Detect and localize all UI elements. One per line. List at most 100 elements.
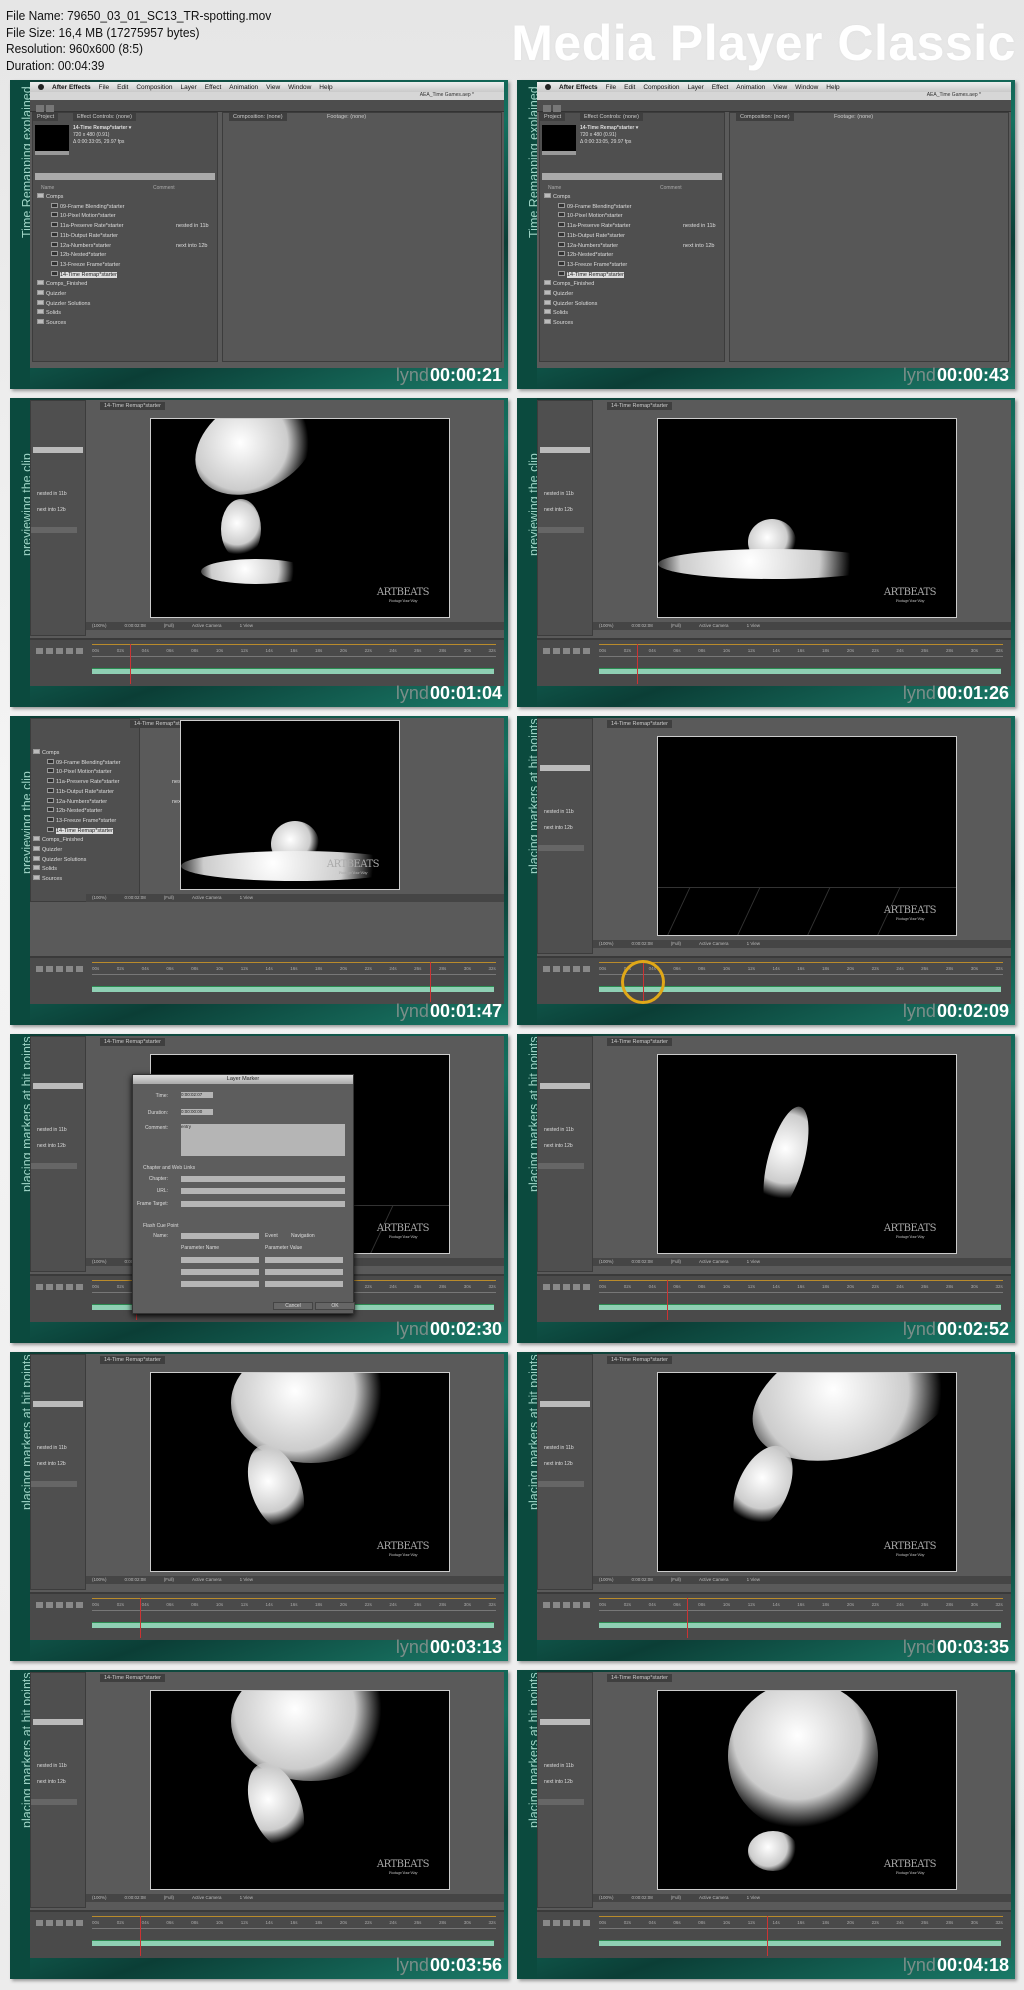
current-time-indicator[interactable] <box>140 1598 141 1638</box>
menu-window[interactable]: Window <box>288 84 311 91</box>
layer-duration-bar[interactable] <box>92 1940 494 1946</box>
timeline-switch-icon[interactable] <box>46 1284 53 1290</box>
timeline-switch-icon[interactable] <box>66 1920 73 1926</box>
resolution-dropdown[interactable]: (Full) <box>164 1577 174 1582</box>
resolution-dropdown[interactable]: (Full) <box>164 895 174 900</box>
duration-field[interactable]: 0:00:00:00 <box>181 1109 213 1115</box>
name-column-header[interactable]: Name <box>548 185 561 191</box>
video-thumbnail[interactable]: placing markers at hit points nested in 1… <box>517 1034 1015 1343</box>
parameter-value-field[interactable] <box>265 1281 343 1287</box>
project-item[interactable]: 09-Frame Blending*starter <box>47 758 147 769</box>
video-thumbnail[interactable]: Time Remapping explained After Effects Fil… <box>10 80 508 389</box>
camera-dropdown[interactable]: Active Camera <box>192 623 222 628</box>
video-thumbnail[interactable]: placing markers at hit points nested in 1… <box>10 1352 508 1661</box>
camera-dropdown[interactable]: Active Camera <box>192 1895 222 1900</box>
project-item[interactable]: 10-Pixel Motion*starter <box>47 768 147 778</box>
view-layout-dropdown[interactable]: 1 View <box>747 1577 760 1582</box>
current-time-indicator[interactable] <box>637 644 638 684</box>
current-time[interactable]: 0:00:02:08 <box>632 1895 653 1900</box>
current-time[interactable]: 0:00:02:08 <box>125 1577 146 1582</box>
resolution-dropdown[interactable]: (Full) <box>671 623 681 628</box>
project-item[interactable]: 13-Freeze Frame*starter <box>47 816 147 827</box>
apple-icon[interactable] <box>545 84 551 90</box>
menu-composition[interactable]: Composition <box>136 84 172 91</box>
viewer-tab[interactable]: 14-Time Remap*starter <box>607 402 672 410</box>
viewer-tab[interactable]: 14-Time Remap*starter <box>100 402 165 410</box>
timeline-switch-icon[interactable] <box>46 1920 53 1926</box>
project-item[interactable]: 11a-Preserve Rate*starternested in 11b <box>47 778 205 788</box>
work-area-bar[interactable] <box>599 1916 1003 1917</box>
timeline-switch-icon[interactable] <box>583 966 590 972</box>
menu-after-effects[interactable]: After Effects <box>559 84 598 91</box>
project-item[interactable]: 10-Pixel Motion*starter <box>558 212 728 222</box>
camera-dropdown[interactable]: Active Camera <box>699 1259 729 1264</box>
footage-tab[interactable]: Footage: (none) <box>323 113 370 121</box>
effect-controls-tab[interactable]: Effect Controls: (none) <box>580 113 643 121</box>
zoom-dropdown[interactable]: (100%) <box>92 895 107 900</box>
video-thumbnail[interactable]: Time Remapping explained After Effects Fil… <box>517 80 1015 389</box>
cue-name-field[interactable] <box>181 1233 259 1239</box>
timeline-switch-icon[interactable] <box>553 1602 560 1608</box>
viewer-tab[interactable]: 14-Time Remap*starter <box>607 1038 672 1046</box>
project-item[interactable]: Quizzler Solutions <box>37 299 207 310</box>
project-item[interactable]: Quizzler <box>37 290 207 300</box>
timeline-switch-icon[interactable] <box>36 1602 43 1608</box>
current-time[interactable]: 0:00:02:08 <box>632 1577 653 1582</box>
project-item[interactable]: Comps_Finished <box>37 280 207 290</box>
time-ruler[interactable]: 00s 02s 04s 06s 08s 10s 12s 14s 16s 18s 20s 22s 24s 2… <box>92 1920 496 1929</box>
viewer-tab[interactable]: 14-Time Remap*starter <box>100 1038 165 1046</box>
viewer-tab[interactable]: 14-Time Remap*starter <box>100 1356 165 1364</box>
search-field[interactable] <box>33 447 83 453</box>
project-item[interactable]: 11b-Output Rate*starter <box>558 231 728 242</box>
work-area-bar[interactable] <box>599 644 1003 645</box>
menu-animation[interactable]: Animation <box>229 84 258 91</box>
work-area-bar[interactable] <box>599 1280 1003 1281</box>
video-thumbnail[interactable]: placing markers at hit points nested in 1… <box>517 1352 1015 1661</box>
camera-dropdown[interactable]: Active Camera <box>192 1577 222 1582</box>
parameter-name-field[interactable] <box>181 1281 259 1287</box>
menu-effect[interactable]: Effect <box>205 84 222 91</box>
timeline-switch-icon[interactable] <box>76 648 83 654</box>
project-item[interactable]: 14-Time Remap*starter <box>51 270 221 281</box>
menu-effect[interactable]: Effect <box>712 84 729 91</box>
time-field[interactable]: 0:00:02:07 <box>181 1092 213 1098</box>
view-layout-dropdown[interactable]: 1 View <box>747 1895 760 1900</box>
timeline-switch-icon[interactable] <box>573 1602 580 1608</box>
current-time-indicator[interactable] <box>667 1280 668 1320</box>
project-item[interactable]: 14-Time Remap*starter <box>47 826 147 837</box>
layer-duration-bar[interactable] <box>599 1304 1001 1310</box>
zoom-dropdown[interactable]: (100%) <box>599 1577 614 1582</box>
project-item[interactable]: Comps <box>33 749 133 759</box>
timeline-switch-icon[interactable] <box>76 1602 83 1608</box>
comment-field[interactable]: entry <box>181 1124 345 1156</box>
project-item[interactable]: 12a-Numbers*starter next into 12b <box>558 241 728 252</box>
project-item[interactable]: 11a-Preserve Rate*starternested in 11b <box>51 222 221 232</box>
menu-layer[interactable]: Layer <box>180 84 196 91</box>
comment-column-header[interactable]: Comment <box>660 185 682 191</box>
layer-duration-bar[interactable] <box>599 1940 1001 1946</box>
composition-viewer[interactable]: ARTBEATS Footage Your Way <box>150 1372 450 1572</box>
project-item[interactable]: 13-Freeze Frame*starter <box>558 260 728 271</box>
timeline-switch-icon[interactable] <box>56 1920 63 1926</box>
composition-viewer[interactable]: ARTBEATS Footage Your Way <box>657 736 957 936</box>
menu-view[interactable]: View <box>266 84 280 91</box>
layer-duration-bar[interactable] <box>92 986 494 992</box>
timeline-switch-icon[interactable] <box>36 966 43 972</box>
composition-viewer[interactable]: ARTBEATS Footage Your Way <box>150 418 450 618</box>
timeline-switch-icon[interactable] <box>583 1602 590 1608</box>
camera-dropdown[interactable]: Active Camera <box>699 941 729 946</box>
composition-viewer[interactable]: ARTBEATS Footage Your Way <box>180 720 400 890</box>
composition-viewer[interactable]: ARTBEATS Footage Your Way <box>150 1690 450 1890</box>
project-search-input[interactable] <box>35 173 215 180</box>
timeline-switch-icon[interactable] <box>553 648 560 654</box>
timeline-switch-icon[interactable] <box>543 1284 550 1290</box>
project-item[interactable]: Comps_Finished <box>33 836 133 846</box>
project-item[interactable]: 12b-Nested*starter <box>558 251 728 261</box>
resolution-dropdown[interactable]: (Full) <box>164 1895 174 1900</box>
layer-duration-bar[interactable] <box>599 668 1001 674</box>
timeline-switch-icon[interactable] <box>56 1602 63 1608</box>
time-ruler[interactable]: 00s 02s 04s 06s 08s 10s 12s 14s 16s 18s 20s 22s 24s 2… <box>599 1602 1003 1611</box>
timeline-switch-icon[interactable] <box>36 1920 43 1926</box>
time-ruler[interactable]: 00s 02s 04s 06s 08s 10s 12s 14s 16s 18s 20s 22s 24s 2… <box>599 648 1003 657</box>
project-item[interactable]: Solids <box>33 865 133 875</box>
